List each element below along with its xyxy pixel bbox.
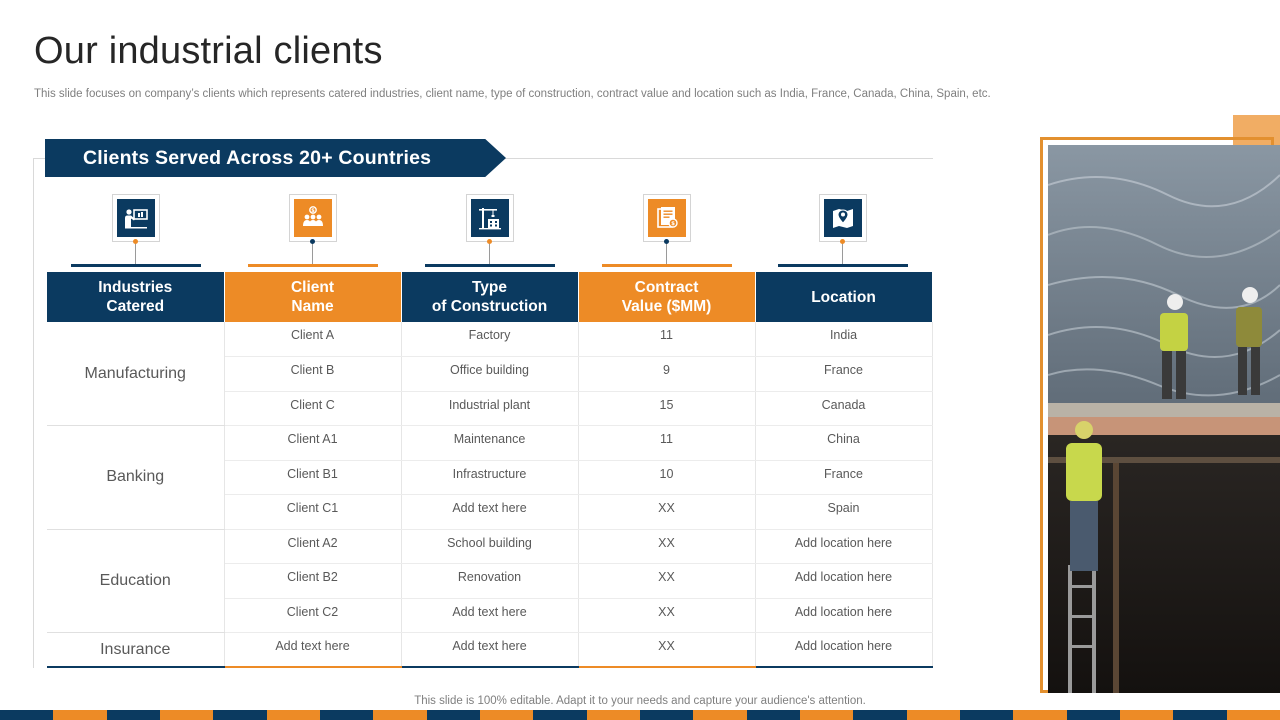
client-cell: Client A1 [224, 425, 402, 461]
crane-building-icon [479, 208, 501, 230]
industry-cell: Banking [47, 425, 225, 530]
value-cell: XX [578, 563, 756, 599]
type-cell: School building [401, 529, 579, 564]
location-cell: Add location here [755, 529, 933, 564]
icon-column-location [778, 194, 908, 268]
header-type: Type of Construction [401, 272, 579, 322]
location-cell: Spain [755, 494, 933, 530]
type-cell: Maintenance [401, 425, 579, 461]
type-cell: Infrastructure [401, 460, 579, 495]
value-cell: 15 [578, 391, 756, 426]
page-title: Our industrial clients [34, 30, 383, 72]
icon-underline [71, 264, 201, 267]
type-cell: Office building [401, 356, 579, 392]
client-cell: Client B [224, 356, 402, 392]
type-cell: Factory [401, 322, 579, 357]
value-cell: 11 [578, 425, 756, 461]
client-cell: Client B1 [224, 460, 402, 495]
contract-document-icon: $ [657, 207, 678, 228]
industry-cell: Education [47, 529, 225, 633]
presentation-icon [125, 209, 148, 229]
icon-column-type [425, 194, 555, 268]
table-row: Education Client A2 School building XX A… [47, 529, 933, 633]
location-cell: Add location here [755, 563, 933, 599]
industry-cell: Manufacturing [47, 322, 225, 426]
client-cell: Client C [224, 391, 402, 426]
type-cell: Industrial plant [401, 391, 579, 426]
client-cell: Client C2 [224, 598, 402, 633]
client-cell: Client A [224, 322, 402, 357]
location-cell: Add location here [755, 598, 933, 633]
table-row: Manufacturing Client A Factory 11 India [47, 322, 933, 426]
value-cell: XX [578, 598, 756, 633]
header-client-name: Client Name [224, 272, 402, 322]
header-industries: Industries Catered [47, 272, 225, 322]
header-location: Location [755, 272, 933, 322]
location-cell: France [755, 460, 933, 495]
svg-text:$: $ [671, 221, 675, 227]
client-cell: Client A2 [224, 529, 402, 564]
value-cell: XX [578, 632, 756, 668]
table-row: Insurance Add text here Add text here XX… [47, 632, 933, 668]
type-cell: Add text here [401, 494, 579, 530]
icon-column-contract: $ [602, 194, 732, 268]
icon-underline [778, 264, 908, 267]
location-cell: China [755, 425, 933, 461]
client-cell: Client B2 [224, 563, 402, 599]
icon-column-industries [71, 194, 201, 268]
header-contract-value: Contract Value ($MM) [578, 272, 756, 322]
type-cell: Add text here [401, 632, 579, 668]
location-cell: Add location here [755, 632, 933, 668]
value-cell: 10 [578, 460, 756, 495]
value-cell: 9 [578, 356, 756, 392]
location-cell: Canada [755, 391, 933, 426]
construction-workers-image [1048, 145, 1280, 693]
bottom-stripe [0, 710, 1280, 720]
icon-underline [425, 264, 555, 267]
type-cell: Add text here [401, 598, 579, 633]
table-header-row: Industries Catered Client Name Type of Cons… [47, 272, 933, 322]
svg-text:$: $ [311, 208, 315, 214]
value-cell: XX [578, 529, 756, 564]
value-cell: 11 [578, 322, 756, 357]
location-cell: India [755, 322, 933, 357]
icon-column-client: $ [248, 194, 378, 268]
construction-photo [1048, 145, 1280, 693]
footer-note: This slide is 100% editable. Adapt it to… [414, 695, 866, 707]
client-cell: Client C1 [224, 494, 402, 530]
page-subtitle: This slide focuses on company’s clients … [34, 88, 991, 100]
location-cell: France [755, 356, 933, 392]
type-cell: Renovation [401, 563, 579, 599]
clients-table: Industries Catered Client Name Type of Cons… [47, 272, 933, 668]
map-pin-icon [833, 209, 853, 228]
client-cell: Add text here [224, 632, 402, 668]
table-row: Banking Client A1 Maintenance 11 China [47, 425, 933, 530]
value-cell: XX [578, 494, 756, 530]
clients-banner: Clients Served Across 20+ Countries [45, 139, 506, 177]
icon-underline [248, 264, 378, 267]
team-icon: $ [303, 206, 323, 226]
industry-cell: Insurance [47, 632, 225, 668]
icon-underline [602, 264, 732, 267]
